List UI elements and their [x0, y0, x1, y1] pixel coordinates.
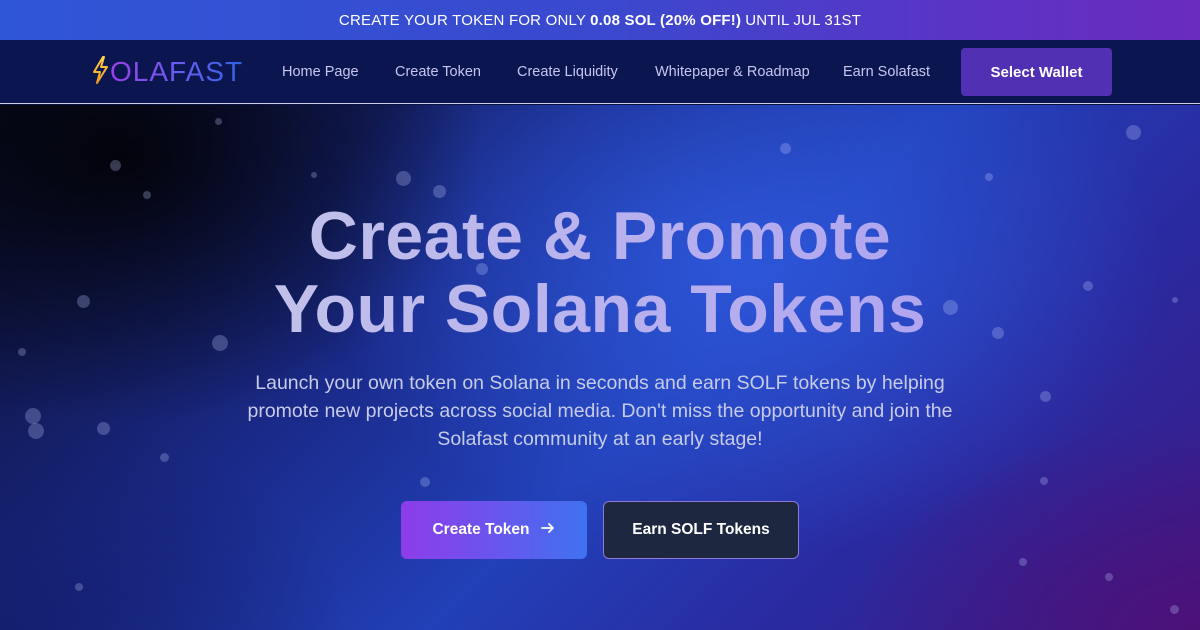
particle [985, 173, 993, 181]
hero-title: Create & Promote Your Solana Tokens [0, 200, 1200, 346]
particle [160, 453, 169, 462]
promo-banner: CREATE YOUR TOKEN FOR ONLY 0.08 SOL (20%… [0, 0, 1200, 40]
nav-create-liquidity[interactable]: Create Liquidity [517, 62, 618, 82]
particle [1019, 558, 1027, 566]
particle [1105, 573, 1113, 581]
promo-highlight: 0.08 SOL (20% OFF!) [590, 11, 742, 29]
nav-whitepaper-roadmap[interactable]: Whitepaper & Roadmap [655, 62, 810, 82]
particle [97, 422, 110, 435]
particle [780, 143, 791, 154]
promo-prefix: CREATE YOUR TOKEN FOR ONLY [338, 11, 587, 29]
particle [433, 185, 446, 198]
select-wallet-button[interactable]: Select Wallet [961, 48, 1112, 96]
particle [75, 583, 83, 591]
hero-title-line-1: Create & Promote [308, 198, 892, 274]
nav-earn-solafast[interactable]: Earn Solafast [843, 62, 930, 82]
hero-section: Create & Promote Your Solana Tokens Laun… [0, 105, 1200, 630]
arrow-right-icon [540, 520, 556, 541]
particle [1126, 125, 1141, 140]
particle [110, 160, 121, 171]
particle [18, 348, 26, 356]
particle [215, 118, 222, 125]
lightning-bolt-icon [90, 55, 110, 90]
particle [25, 408, 41, 424]
particle [420, 477, 430, 487]
promo-suffix: UNTIL JUL 31ST [745, 11, 862, 29]
nav-home-page[interactable]: Home Page [282, 62, 359, 82]
particle [1170, 605, 1179, 614]
create-token-button[interactable]: Create Token [401, 501, 587, 559]
nav-create-token[interactable]: Create Token [395, 62, 481, 82]
particle [396, 171, 411, 186]
brand-name: OLAFAST [110, 56, 244, 87]
particle [143, 191, 151, 199]
earn-solf-tokens-button[interactable]: Earn SOLF Tokens [603, 501, 799, 559]
hero-title-line-2: Your Solana Tokens [273, 271, 927, 347]
hero-subtitle: Launch your own token on Solana in secon… [247, 372, 953, 450]
particle [1040, 477, 1048, 485]
particle [311, 172, 317, 178]
create-token-label: Create Token [432, 521, 530, 538]
particle [28, 423, 44, 439]
logo[interactable]: OLAFAST [90, 55, 243, 89]
particle [1040, 391, 1051, 402]
navbar: OLAFAST Home Page Create Token Create Li… [0, 40, 1200, 104]
